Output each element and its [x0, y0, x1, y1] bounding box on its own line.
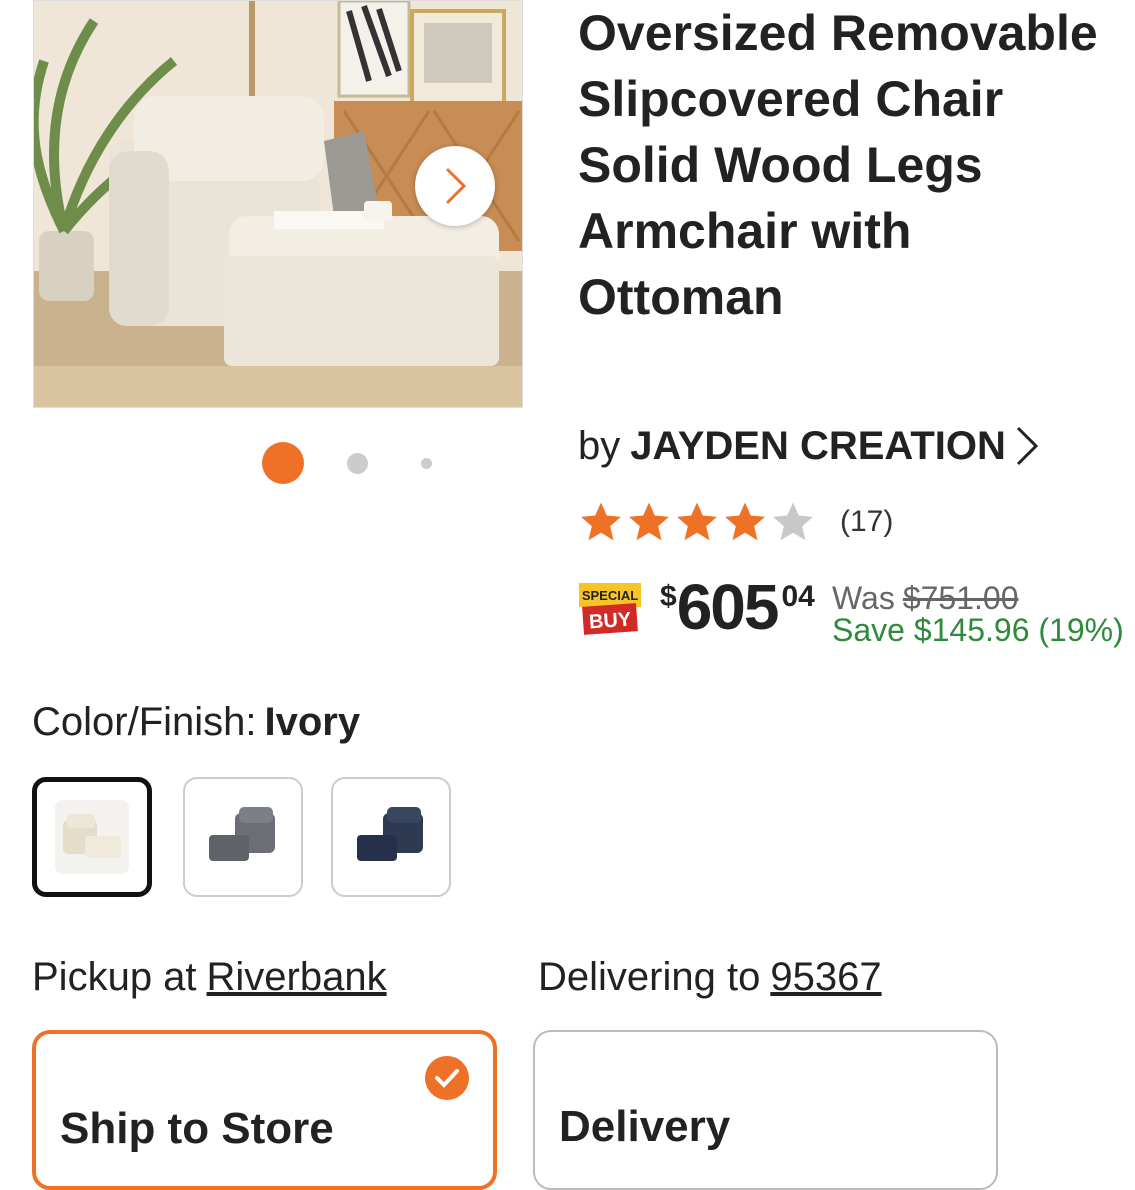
selected-color: Ivory	[264, 700, 361, 744]
brand-link[interactable]: by JAYDEN CREATION	[578, 420, 1040, 472]
rating-summary[interactable]: (17)	[578, 498, 893, 546]
badge-top-text: SPECIAL	[582, 588, 638, 603]
carousel-dot-active[interactable]	[262, 442, 304, 484]
swatch-gray[interactable]	[183, 777, 303, 897]
star-filled-icon	[581, 502, 621, 541]
color-finish-label: Color/Finish: Ivory	[32, 700, 360, 745]
price-currency: $	[660, 580, 677, 613]
star-filled-icon	[629, 502, 669, 541]
delivery-zip-link[interactable]: 95367	[770, 955, 881, 999]
gray-chair-swatch	[209, 807, 275, 861]
chevron-right-icon	[1016, 426, 1038, 466]
delivery-title: Delivery	[559, 1102, 731, 1151]
checkmark-icon	[425, 1056, 469, 1100]
review-count: (17)	[840, 505, 894, 538]
was-price-value: $751.00	[902, 580, 1019, 616]
carousel-next-button[interactable]	[415, 146, 495, 226]
star-empty-icon	[773, 502, 813, 541]
delivery-option[interactable]: Delivery	[533, 1030, 998, 1190]
navy-chair-swatch	[357, 807, 423, 861]
pickup-label: Pickup at	[32, 955, 197, 999]
ship-to-store-option[interactable]: Ship to Store	[32, 1030, 497, 1190]
special-buy-badge: SPECIAL BUY	[579, 583, 641, 635]
price: $ 605 04	[660, 572, 815, 642]
pickup-store-link[interactable]: Riverbank	[207, 955, 387, 999]
price-dollars: 605	[676, 571, 780, 643]
ivory-chair-swatch	[55, 800, 129, 874]
carousel-dot[interactable]	[421, 458, 432, 469]
price-cents: 04	[781, 580, 815, 613]
deliver-label: Delivering to	[538, 955, 761, 999]
badge-bottom-text: BUY	[588, 609, 632, 634]
swatch-navy[interactable]	[331, 777, 451, 897]
was-label: Was	[832, 580, 895, 616]
swatch-ivory[interactable]	[32, 777, 152, 897]
brand-name: JAYDEN CREATION	[630, 423, 1006, 468]
ship-to-store-title: Ship to Store	[60, 1104, 334, 1153]
chevron-right-icon	[446, 168, 467, 204]
brand-prefix: by	[578, 423, 621, 468]
carousel-dot[interactable]	[347, 453, 368, 474]
star-filled-icon	[725, 502, 765, 541]
savings-text: Save $145.96 (19%)	[832, 612, 1124, 648]
color-label-text: Color/Finish:	[32, 700, 257, 744]
product-title: Oversized Removable Slipcovered Chair So…	[578, 5, 1098, 325]
delivery-location: Delivering to 95367	[538, 955, 882, 1000]
pickup-location: Pickup at Riverbank	[32, 955, 387, 1000]
star-filled-icon	[677, 502, 717, 541]
star-rating	[578, 499, 818, 545]
